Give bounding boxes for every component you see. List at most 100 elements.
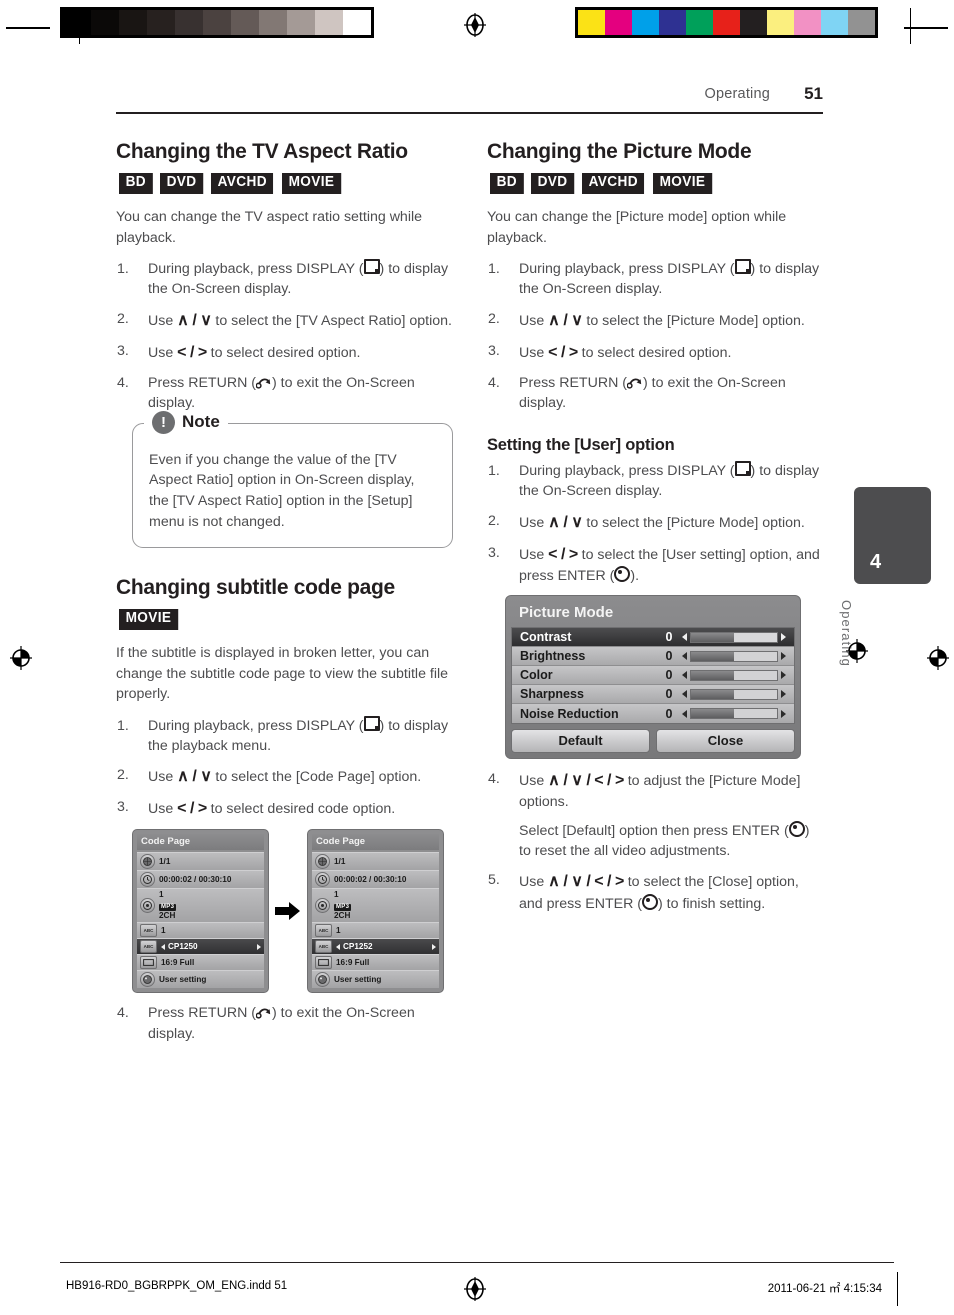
osd-row[interactable]: ABC CP1252 [312, 938, 439, 955]
osd-row-value: 1 [161, 925, 166, 935]
step-item: 1. During playback, press DISPLAY () to … [487, 460, 825, 502]
osd-row[interactable]: 1/1 [312, 852, 439, 871]
step-item: 3. Use < / > to select desired option. [116, 341, 454, 364]
subtitle-abc-icon: ABC [315, 924, 332, 938]
title-icon [140, 854, 155, 870]
osd-row-value: 1 [336, 925, 341, 935]
manual-page: Operating 51 Changing the TV Aspect Rati… [0, 0, 954, 1315]
osd-row[interactable]: User setting [137, 970, 264, 989]
osd-row[interactable]: ABC 1 [137, 922, 264, 939]
slider-track[interactable] [690, 650, 778, 662]
osd-value-stepper[interactable]: CP1250 [161, 942, 261, 952]
right-arrow-icon[interactable] [781, 633, 786, 642]
tv-aspect-icon [315, 956, 332, 970]
return-key-icon [627, 377, 643, 389]
left-arrow-icon[interactable] [682, 690, 687, 699]
picture-mode-row-value: 0 [665, 630, 673, 645]
left-arrow-icon[interactable] [682, 633, 687, 642]
osd-row[interactable]: User setting [312, 970, 439, 989]
chapter-number: 4 [870, 551, 882, 573]
note-callout: Even if you change the value of the [TV … [132, 410, 453, 549]
osd-row[interactable]: 1/1 [137, 852, 264, 871]
osd-row[interactable]: 16:9 Full [312, 954, 439, 971]
osd-row-value: 16:9 Full [336, 957, 370, 967]
right-arrow-icon[interactable] [781, 652, 786, 661]
osd-row[interactable]: ABC CP1250 [137, 938, 264, 955]
picture-mode-slider[interactable] [682, 631, 786, 643]
code-page-icon: ABC [140, 940, 157, 954]
left-arrow-icon[interactable] [682, 709, 687, 718]
picture-mode-slider[interactable] [682, 669, 786, 681]
step-number: 4. [117, 1005, 129, 1022]
osd-row[interactable]: 16:9 Full [137, 954, 264, 971]
header-page-number: 51 [804, 84, 823, 103]
picture-mode-row[interactable]: Noise Reduction 0 [512, 704, 794, 724]
intro-text-subtitle: If the subtitle is displayed in broken l… [116, 645, 449, 703]
osd-value-stepper[interactable]: CP1252 [336, 942, 436, 952]
picture-mode-slider[interactable] [682, 708, 786, 720]
osd-row[interactable]: 1 MP3 2CH [137, 888, 264, 923]
steps-picture-mode: 1. During playback, press DISPLAY () to … [487, 258, 825, 414]
right-arrow-icon[interactable] [781, 709, 786, 718]
slider-fill [691, 632, 734, 642]
osd-row[interactable]: 00:00:02 / 00:30:10 [137, 870, 264, 889]
step-number: 2. [488, 512, 500, 529]
right-arrow-icon[interactable] [781, 671, 786, 680]
right-arrow-icon[interactable] [432, 943, 436, 950]
picture-mode-slider[interactable] [682, 650, 786, 662]
slider-track[interactable] [690, 631, 778, 643]
chapter-tab-label: Operating [839, 600, 854, 667]
osd-row-value: CP1252 [343, 941, 373, 951]
picture-mode-slider[interactable] [682, 688, 786, 700]
osd-row[interactable]: 1 MP3 2CH [312, 888, 439, 923]
step-item: 4. Press RETURN () to exit the On-Screen… [116, 1003, 454, 1044]
default-button[interactable]: Default [511, 729, 650, 754]
all-arrow-keys-icon: ∧ / ∨ / < / > [548, 873, 624, 891]
left-right-keys-icon: < / > [177, 800, 207, 818]
picture-mode-row[interactable]: Contrast 0 [512, 628, 794, 648]
step-item: 5. Use ∧ / ∨ / < / > to select the [Clos… [487, 870, 825, 913]
step-number: 1. [117, 260, 129, 277]
left-arrow-icon[interactable] [161, 943, 165, 950]
right-arrow-icon[interactable] [257, 943, 261, 950]
title-icon [315, 854, 330, 870]
step-item: 4. Press RETURN () to exit the On-Screen… [116, 373, 454, 414]
left-arrow-icon[interactable] [682, 652, 687, 661]
right-arrow-icon[interactable] [781, 690, 786, 699]
codec-badge: MP3 [334, 903, 352, 912]
picture-mode-row[interactable]: Sharpness 0 [512, 685, 794, 705]
step-number: 1. [117, 717, 129, 734]
step-number: 2. [117, 310, 129, 327]
step-item: 3. Use < / > to select desired code opti… [116, 797, 454, 820]
step-number: 2. [117, 767, 129, 784]
step-number: 3. [488, 342, 500, 359]
left-arrow-icon[interactable] [682, 671, 687, 680]
codec-badge: MP3 [159, 903, 177, 912]
display-key-icon [363, 715, 380, 731]
step-item: 1. During playback, press DISPLAY () to … [116, 258, 454, 300]
step-item: 1. During playback, press DISPLAY () to … [487, 258, 825, 300]
osd-rows: 1/1 00:00:02 / 00:30:10 1 MP3 2CH ABC 1 ABC CP12… [137, 852, 264, 989]
format-badge: MOVIE [119, 609, 178, 631]
picture-mode-row[interactable]: Color 0 [512, 666, 794, 686]
close-button[interactable]: Close [656, 729, 795, 754]
footer-timestamp: 2011-06-21 ㎡ 4:15:34 [767, 1283, 882, 1295]
osd-row-value: 16:9 Full [161, 957, 195, 967]
step-text: During playback, press DISPLAY () to dis… [148, 258, 449, 298]
left-right-keys-icon: < / > [548, 343, 578, 361]
slider-fill [691, 651, 734, 661]
step-text: Press RETURN () to exit the On-Screen di… [519, 374, 786, 412]
slider-track[interactable] [690, 688, 778, 700]
page-title-subtitle-code-page: Changing subtitle code page [116, 576, 395, 600]
slider-track[interactable] [690, 708, 778, 720]
right-column: Changing the Picture Mode BD DVD AVCHD M… [487, 140, 825, 923]
step-text: Use ∧ / ∨ to select the [TV Aspect Ratio… [148, 311, 452, 329]
step-text: Use < / > to select the [User setting] o… [519, 545, 820, 584]
chapter-tab: 4 [854, 487, 931, 584]
left-arrow-icon[interactable] [336, 943, 340, 950]
osd-row[interactable]: 00:00:02 / 00:30:10 [312, 870, 439, 889]
picture-mode-row[interactable]: Brightness 0 [512, 647, 794, 667]
slider-track[interactable] [690, 669, 778, 681]
osd-row[interactable]: ABC 1 [312, 922, 439, 939]
enter-key-icon [642, 893, 658, 910]
